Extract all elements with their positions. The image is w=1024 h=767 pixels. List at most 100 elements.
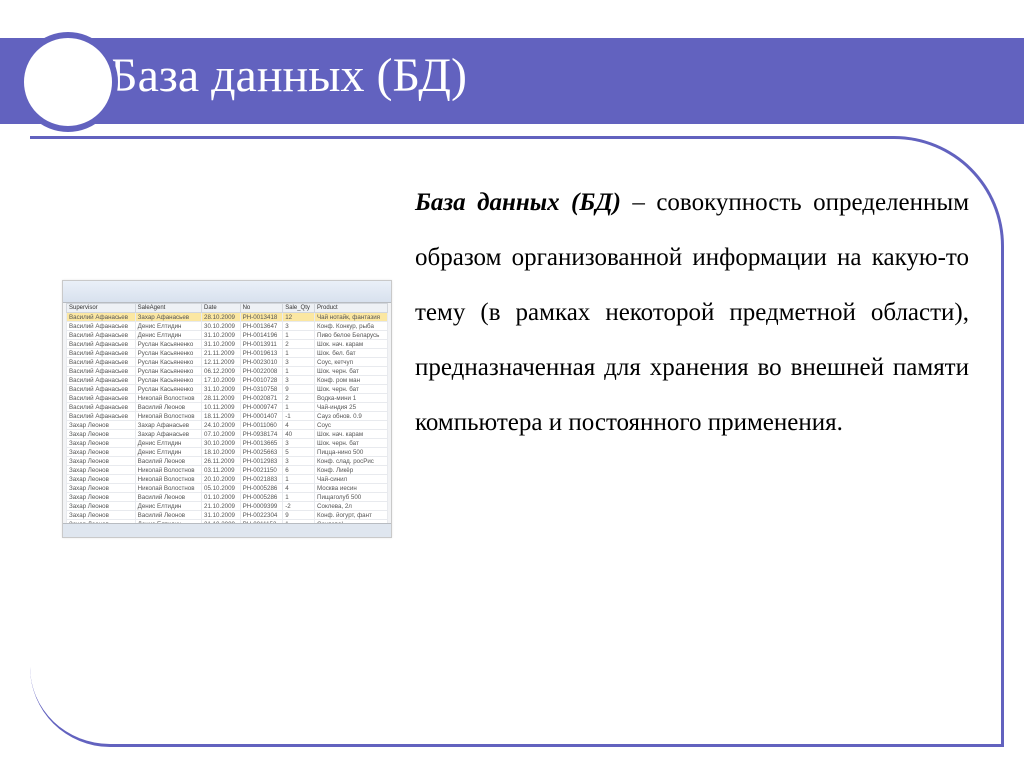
table-cell: Денис Елтидин bbox=[135, 331, 201, 340]
table-cell: 1 bbox=[283, 475, 315, 484]
table-cell: Захар Леонов bbox=[67, 511, 136, 520]
table-cell: РН-0021150 bbox=[240, 466, 283, 475]
table-row: Василий АфанасьевНиколай Волостнов18.11.… bbox=[67, 412, 388, 421]
table-cell: Захар Леонов bbox=[67, 439, 136, 448]
table-cell: РН-0021883 bbox=[240, 475, 283, 484]
table-cell: РН-0019613 bbox=[240, 349, 283, 358]
table-cell: Василий Афанасьев bbox=[67, 349, 136, 358]
table-row: Захар ЛеоновНиколай Волостнов05.10.2009Р… bbox=[67, 484, 388, 493]
table-cell: РН-0013911 bbox=[240, 340, 283, 349]
table-cell: Василий Леонов bbox=[135, 493, 201, 502]
table-cell: Шок. черн. бат bbox=[315, 439, 388, 448]
table-cell: РН-0005286 bbox=[240, 484, 283, 493]
table-row: Захар ЛеоновНиколай Волостнов03.11.2009Р… bbox=[67, 466, 388, 475]
table-cell: Захар Леонов bbox=[67, 448, 136, 457]
table-cell: Захар Леонов bbox=[67, 457, 136, 466]
table-cell: РН-0014196 bbox=[240, 331, 283, 340]
table-cell: Сауз обнов. 0.9 bbox=[315, 412, 388, 421]
slide-title: База данных (БД) bbox=[110, 48, 467, 103]
table-cell: РН-0013418 bbox=[240, 313, 283, 322]
table-cell: Руслан Касьяненко bbox=[135, 385, 201, 394]
table-cell: Захар Афанасьев bbox=[135, 430, 201, 439]
table-cell: Захар Афанасьев bbox=[135, 421, 201, 430]
title-decoration-circle bbox=[18, 32, 118, 132]
table-cell: 31.10.2009 bbox=[202, 331, 241, 340]
table-cell: 01.10.2009 bbox=[202, 493, 241, 502]
table-cell: Василий Леонов bbox=[135, 457, 201, 466]
table-cell: 40 bbox=[283, 430, 315, 439]
table-cell: 06.12.2009 bbox=[202, 367, 241, 376]
table-cell: РН-0010728 bbox=[240, 376, 283, 385]
table-row: Захар ЛеоновВасилий Леонов26.11.2009РН-0… bbox=[67, 457, 388, 466]
table-cell: 18.10.2009 bbox=[202, 448, 241, 457]
table-cell: Конф. Ликёр bbox=[315, 466, 388, 475]
table-cell: 17.10.2009 bbox=[202, 376, 241, 385]
table-cell: 18.11.2009 bbox=[202, 412, 241, 421]
table-cell: Захар Леонов bbox=[67, 493, 136, 502]
table-row: Захар ЛеоновВасилий Леонов01.10.2009РН-0… bbox=[67, 493, 388, 502]
table-row: Захар ЛеоновНиколай Волостнов20.10.2009Р… bbox=[67, 475, 388, 484]
table-cell: РН-0009747 bbox=[240, 403, 283, 412]
table-cell: 31.10.2009 bbox=[202, 340, 241, 349]
table-cell: Москва иесин bbox=[315, 484, 388, 493]
table-row: Захар ЛеоновЗахар Афанасьев07.10.2009РН-… bbox=[67, 430, 388, 439]
table-cell: Денис Елтидин bbox=[135, 502, 201, 511]
table-cell: Василий Афанасьев bbox=[67, 367, 136, 376]
screenshot-thumbnail: SupervisorSaleAgentDateNoSale_QtyProduct… bbox=[62, 280, 392, 538]
table-header: SaleAgent bbox=[135, 304, 201, 313]
table-header: No bbox=[240, 304, 283, 313]
table-cell: РН-0025663 bbox=[240, 448, 283, 457]
table-cell: Шок. черн. бат bbox=[315, 385, 388, 394]
table-cell: Захар Леонов bbox=[67, 484, 136, 493]
table-cell: РН-0013647 bbox=[240, 322, 283, 331]
table-cell: 28.11.2009 bbox=[202, 394, 241, 403]
table-cell: 3 bbox=[283, 358, 315, 367]
table-cell: Соус bbox=[315, 421, 388, 430]
table-row: Захар ЛеоновВасилий Леонов31.10.2009РН-0… bbox=[67, 511, 388, 520]
table-cell: 2 bbox=[283, 394, 315, 403]
table-row: Василий АфанасьевРуслан Касьяненко12.11.… bbox=[67, 358, 388, 367]
table-cell: 4 bbox=[283, 484, 315, 493]
table-cell: Конф. ром ман bbox=[315, 376, 388, 385]
table-cell: 2 bbox=[283, 340, 315, 349]
table-cell: Пицца-нино 500 bbox=[315, 448, 388, 457]
table-cell: 3 bbox=[283, 376, 315, 385]
definition-body: – совокупность определенным образом орга… bbox=[415, 189, 969, 436]
table-cell: 30.10.2009 bbox=[202, 322, 241, 331]
table-cell: 30.10.2009 bbox=[202, 439, 241, 448]
table-cell: Шок. нач. карам bbox=[315, 430, 388, 439]
table-cell: Василий Афанасьев bbox=[67, 358, 136, 367]
table-cell: 07.10.2009 bbox=[202, 430, 241, 439]
table-row: Василий АфанасьевДенис Елтидин31.10.2009… bbox=[67, 331, 388, 340]
table-cell: Захар Леонов bbox=[67, 421, 136, 430]
table-cell: Конф. слад. росРис bbox=[315, 457, 388, 466]
table-cell: 3 bbox=[283, 322, 315, 331]
table-row: Василий АфанасьевРуслан Касьяненко31.10.… bbox=[67, 340, 388, 349]
table-cell: 5 bbox=[283, 448, 315, 457]
table-cell: Шок. нач. карам bbox=[315, 340, 388, 349]
table-cell: Руслан Касьяненко bbox=[135, 376, 201, 385]
table-cell: 12.11.2009 bbox=[202, 358, 241, 367]
table-row: Захар ЛеоновЗахар Афанасьев24.10.2009РН-… bbox=[67, 421, 388, 430]
table-cell: Руслан Касьяненко bbox=[135, 367, 201, 376]
table-cell: 03.11.2009 bbox=[202, 466, 241, 475]
table-header: Date bbox=[202, 304, 241, 313]
table-cell: -2 bbox=[283, 502, 315, 511]
table-row: Василий АфанасьевРуслан Касьяненко06.12.… bbox=[67, 367, 388, 376]
table-cell: Руслан Касьяненко bbox=[135, 340, 201, 349]
table-cell: РН-0001407 bbox=[240, 412, 283, 421]
table-cell: Водка-мини 1 bbox=[315, 394, 388, 403]
table-cell: Василий Афанасьев bbox=[67, 394, 136, 403]
table-cell: 26.11.2009 bbox=[202, 457, 241, 466]
table-cell: Захар Афанасьев bbox=[135, 313, 201, 322]
thumbnail-statusbar bbox=[63, 523, 391, 537]
table-cell: Николай Волостнов bbox=[135, 484, 201, 493]
table-cell: РН-0012983 bbox=[240, 457, 283, 466]
table-cell: 24.10.2009 bbox=[202, 421, 241, 430]
slide: База данных (БД) База данных (БД) – сово… bbox=[0, 0, 1024, 767]
table-cell: Соус, кетчуп bbox=[315, 358, 388, 367]
table-row: Василий АфанасьевЗахар Афанасьев28.10.20… bbox=[67, 313, 388, 322]
table-cell: Конф. Конкур, рыба bbox=[315, 322, 388, 331]
table-cell: 9 bbox=[283, 385, 315, 394]
table-cell: Николай Волостнов bbox=[135, 412, 201, 421]
